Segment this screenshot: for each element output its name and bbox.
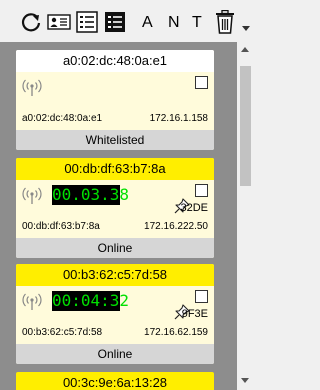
- signal-icon: [22, 293, 42, 310]
- filter-n-button[interactable]: N: [168, 14, 180, 32]
- filter-a-button[interactable]: A: [142, 14, 153, 32]
- device-card-body: 00.03.38 32DE 00:db:df:63:b7:8a 172.16.2…: [16, 180, 214, 236]
- scroll-up-icon[interactable]: [241, 47, 249, 52]
- device-ip: 172.16.1.158: [149, 113, 208, 124]
- device-list: a0:02:dc:48:0a:e1 a0:02:dc:48:0a:e1 172.…: [0, 42, 254, 390]
- device-mac: 00:3c:9e:6a:13:28: [16, 372, 214, 390]
- scroll-thumb[interactable]: [240, 66, 251, 186]
- signal-icon: [22, 79, 42, 96]
- filter-t-button[interactable]: T: [192, 14, 202, 32]
- list-selected-icon[interactable]: [102, 8, 128, 36]
- device-card[interactable]: 00:db:df:63:b7:8a 00.03.38 32DE 00:db:df…: [16, 158, 214, 258]
- device-ip: 172.16.222.50: [144, 221, 208, 232]
- status-badge: Online: [16, 344, 214, 364]
- device-mac-small: 00:db:df:63:b7:8a: [22, 221, 100, 232]
- scrollbar[interactable]: [237, 42, 254, 390]
- device-mac: 00:db:df:63:b7:8a: [16, 158, 214, 180]
- id-card-icon[interactable]: [46, 8, 72, 36]
- list-icon[interactable]: [74, 8, 100, 36]
- device-card[interactable]: 00:b3:62:c5:7d:58 00:04:32 9F3E 00:b3:62…: [16, 264, 214, 364]
- scroll-down-icon[interactable]: [241, 378, 249, 383]
- device-code: 9F3E: [181, 308, 208, 320]
- status-badge: Online: [16, 238, 214, 258]
- device-card-body: a0:02:dc:48:0a:e1 172.16.1.158: [16, 72, 214, 128]
- select-checkbox[interactable]: [195, 290, 208, 303]
- signal-icon: [22, 187, 42, 204]
- session-timer: 00.03.38: [52, 185, 130, 205]
- session-timer: 00:04:32: [52, 291, 130, 311]
- toolbar: A N T: [0, 0, 254, 42]
- device-mac: 00:b3:62:c5:7d:58: [16, 264, 214, 286]
- device-card[interactable]: a0:02:dc:48:0a:e1 a0:02:dc:48:0a:e1 172.…: [16, 50, 214, 150]
- select-checkbox[interactable]: [195, 76, 208, 89]
- device-ip: 172.16.62.159: [144, 327, 208, 338]
- device-card-body: 00:04:32 9F3E 00:b3:62:c5:7d:58 172.16.6…: [16, 286, 214, 342]
- device-mac: a0:02:dc:48:0a:e1: [16, 50, 214, 72]
- device-card[interactable]: 00:3c:9e:6a:13:28: [16, 372, 214, 390]
- status-badge: Whitelisted: [16, 130, 214, 150]
- device-mac-small: 00:b3:62:c5:7d:58: [22, 327, 103, 338]
- device-mac-small: a0:02:dc:48:0a:e1: [22, 113, 103, 124]
- overflow-chevron-icon[interactable]: [242, 26, 250, 31]
- trash-icon[interactable]: [212, 8, 238, 36]
- device-code: 32DE: [180, 202, 208, 214]
- refresh-icon[interactable]: [18, 8, 44, 36]
- select-checkbox[interactable]: [195, 184, 208, 197]
